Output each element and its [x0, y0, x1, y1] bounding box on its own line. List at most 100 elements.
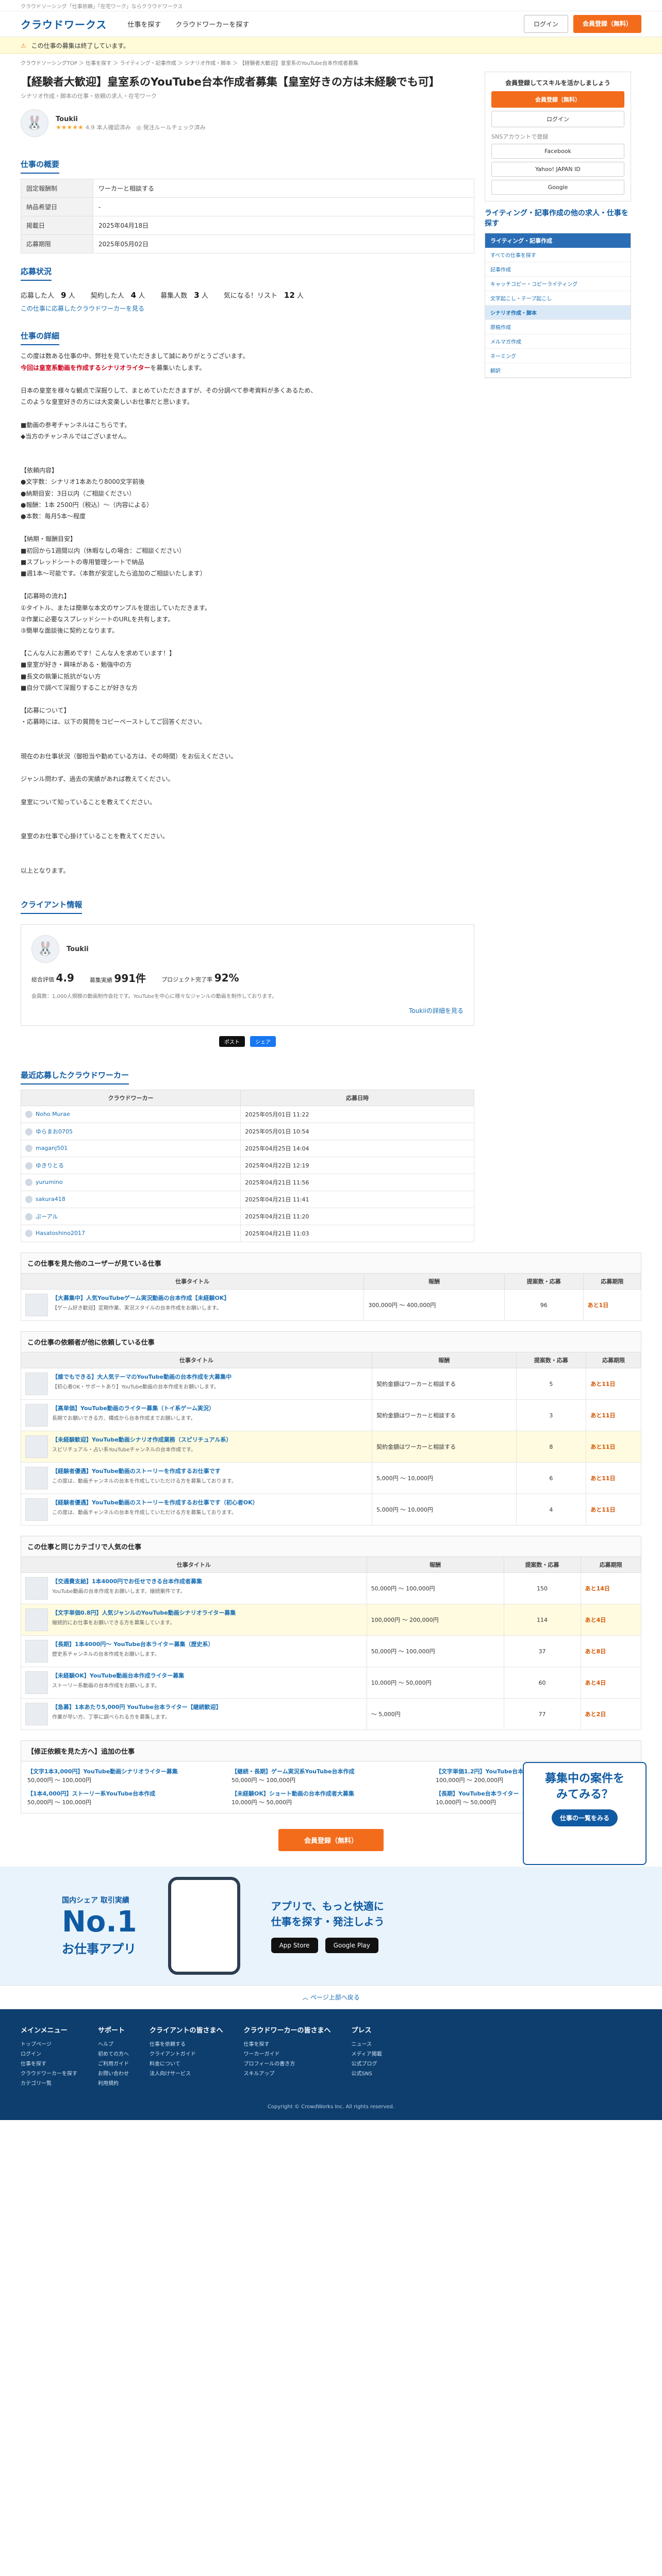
category-item[interactable]: キャッチコピー・コピーライティング [485, 277, 631, 292]
footer-link[interactable]: ニュース [352, 2040, 382, 2049]
table-row[interactable]: 【経験者優遇】YouTube動画のストーリーを作成するお仕事です この度は、動画チ… [20, 1462, 641, 1495]
worker-link[interactable]: Hasatoshino2017 [36, 1230, 85, 1236]
table-row[interactable]: 【大募集中】人気YouTubeゲーム実況動画の台本作成【未経験OK】 【ゲーム好き… [20, 1289, 642, 1321]
job-card[interactable]: 【1本4,000円】ストーリー系YouTube台本作成 50,000円 〜 100… [27, 1790, 226, 1807]
footer-link[interactable]: 公式ブログ [352, 2059, 382, 2069]
footer-link[interactable]: ヘルプ [98, 2040, 129, 2049]
footer-link[interactable]: 法人向けサービス [150, 2069, 223, 2079]
view-applicants-link[interactable]: この仕事に応募したクラウドワーカーを見る [21, 305, 144, 312]
job-card[interactable]: 【未経験OK】ショート動画の台本作成者大募集 10,000円 〜 50,000円 [231, 1790, 431, 1807]
footer-link[interactable]: 公式SNS [352, 2069, 382, 2079]
job-title-link[interactable]: 【文字単価0.8円】人気ジャンルのYouTube動画シナリオライター募集 [25, 1608, 362, 1617]
avatar[interactable]: 🐰 [21, 109, 48, 138]
footer-link[interactable]: カテゴリ一覧 [21, 2079, 77, 2089]
footer-link[interactable]: スキルアップ [243, 2069, 330, 2079]
google-play-button[interactable]: Google Play [325, 1938, 378, 1954]
google-signup-button[interactable]: Google [491, 180, 624, 195]
breadcrumb[interactable]: クラウドソーシングTOP ＞ 仕事を探す ＞ ライティング・記事作成 ＞ シナリ… [0, 54, 662, 72]
job-title-link[interactable]: 【高単価】YouTube動画のライター募集（トイ系ゲーム実況） [25, 1404, 368, 1412]
signup-button[interactable]: 会員登録（無料） [573, 15, 641, 33]
job-title-link[interactable]: 【大募集中】人気YouTubeゲーム実況動画の台本作成【未経験OK】 [25, 1294, 359, 1302]
sidebar-login-button[interactable]: ログイン [491, 111, 624, 127]
job-title-link[interactable]: 【長期】1本4000円〜 YouTube台本ライター募集（歴史系） [25, 1640, 362, 1648]
logo[interactable]: クラウドワークス [21, 16, 107, 31]
category-item[interactable]: 文字起こし・テープ起こし [485, 291, 631, 306]
footer-link[interactable]: プロフィールの書き方 [243, 2059, 330, 2069]
category-item[interactable]: 翻訳 [485, 363, 631, 378]
table-row[interactable]: 【経験者優遇】YouTube動画のストーリーを作成するお仕事です（初心者OK） こ… [20, 1494, 641, 1526]
job-title-link[interactable]: 【急募】1本あたり5,000円 YouTube台本ライター【継続歓迎】 [25, 1703, 362, 1711]
page-top-link[interactable]: ︿ ページ上部へ戻る [0, 1985, 662, 2010]
facebook-share-button[interactable]: シェア [250, 1036, 276, 1047]
category-head[interactable]: ライティング・記事作成 [485, 233, 631, 248]
table-row[interactable]: 【未経験OK】YouTube動画台本作成ライター募集 ストーリー系動画の台本作成を… [21, 1667, 642, 1699]
avatar [25, 1213, 32, 1221]
x-share-button[interactable]: ポスト [219, 1036, 245, 1047]
client-name[interactable]: Toukii [56, 115, 206, 123]
app-store-button[interactable]: App Store [271, 1938, 318, 1954]
footer-link[interactable]: お問い合わせ [98, 2069, 129, 2079]
footer-link[interactable]: 初めての方へ [98, 2049, 129, 2059]
sidebar-signup-button[interactable]: 会員登録（無料） [491, 91, 624, 108]
worker-link[interactable]: ゆらまお0705 [36, 1128, 73, 1135]
table-row[interactable]: 【高単価】YouTube動画のライター募集（トイ系ゲーム実況） 長期でお願いできる… [20, 1399, 641, 1432]
worker-link[interactable]: Noho Murae [36, 1111, 70, 1117]
footer-link[interactable]: 仕事を探す [21, 2059, 77, 2069]
job-card-title[interactable]: 【継続・長期】ゲーム実況系YouTube台本作成 [231, 1768, 431, 1776]
footer-link[interactable]: メディア掲載 [352, 2049, 382, 2059]
job-card[interactable]: 【継続・長期】ゲーム実況系YouTube台本作成 50,000円 〜 100,00… [231, 1768, 431, 1785]
job-deadline: あと14日 [580, 1572, 642, 1605]
facebook-signup-button[interactable]: Facebook [491, 144, 624, 159]
footer-link[interactable]: 仕事を依頼する [150, 2040, 223, 2049]
footer-link[interactable]: 仕事を探す [243, 2040, 330, 2049]
job-title-link[interactable]: 【経験者優遇】YouTube動画のストーリーを作成するお仕事です [25, 1467, 368, 1475]
promo-button[interactable]: 仕事の一覧をみる [551, 1809, 618, 1826]
footer-link[interactable]: クライアントガイド [150, 2049, 223, 2059]
footer-link[interactable]: 料金について [150, 2059, 223, 2069]
floating-promo[interactable]: 募集中の案件を みてみる？ 仕事の一覧をみる [523, 1762, 647, 1865]
login-button[interactable]: ログイン [523, 15, 568, 33]
category-item[interactable]: メルマガ作成 [485, 334, 631, 349]
job-card-title[interactable]: 【未経験OK】ショート動画の台本作成者大募集 [231, 1790, 431, 1799]
cta-signup-button[interactable]: 会員登録（無料） [278, 1829, 384, 1852]
category-item[interactable]: ネーミング [485, 349, 631, 364]
job-title-link[interactable]: 【誰でもできる】大人気テーマのYouTube動画の台本作成を大募集中 [25, 1372, 368, 1381]
footer-link[interactable]: 利用規約 [98, 2079, 129, 2089]
nav-find-jobs[interactable]: 仕事を探す [127, 19, 161, 29]
worker-link[interactable]: sakura418 [36, 1196, 65, 1202]
table-row[interactable]: 【長期】1本4000円〜 YouTube台本ライター募集（歴史系） 歴史系チャンネ… [21, 1635, 642, 1668]
footer-link[interactable]: ログイン [21, 2049, 77, 2059]
nav-find-workers[interactable]: クラウドワーカーを探す [175, 19, 249, 29]
job-card[interactable]: 【文字1本3,000円】YouTube動画シナリオライター募集 50,000円 〜… [27, 1768, 226, 1785]
client-detail-link[interactable]: Toukiiの詳細を見る [409, 1007, 464, 1014]
worker-link[interactable]: yurumino [36, 1179, 62, 1185]
client-stats: 総合評価 4.9 募集実績 991件 プロジェクト完了率 92% [31, 970, 464, 985]
table-row[interactable]: 【文字単価0.8円】人気ジャンルのYouTube動画シナリオライター募集 継続的に… [21, 1604, 642, 1636]
yahoo-signup-button[interactable]: Yahoo! JAPAN ID [491, 162, 624, 177]
job-card-title[interactable]: 【1本4,000円】ストーリー系YouTube台本作成 [27, 1790, 226, 1799]
footer-link[interactable]: ご利用ガイド [98, 2059, 129, 2069]
footer-link[interactable]: クラウドワーカーを探す [21, 2069, 77, 2079]
job-title-link[interactable]: 【未経験OK】YouTube動画台本作成ライター募集 [25, 1671, 362, 1680]
table-row[interactable]: 【誰でもできる】大人気テーマのYouTube動画の台本作成を大募集中 【初心者OK… [20, 1368, 641, 1400]
category-item[interactable]: 原稿作成 [485, 320, 631, 335]
job-category-tags[interactable]: シナリオ作成・脚本の仕事・依頼の求人・在宅ワーク [21, 92, 474, 100]
client-name[interactable]: Toukii [67, 945, 89, 953]
worker-link[interactable]: maganj501 [36, 1145, 68, 1151]
job-title-link[interactable]: 【交通費支給】1本4000円でお任せできる台本作成者募集 [25, 1577, 362, 1585]
worker-link[interactable]: ぷーアル [36, 1213, 58, 1220]
category-item[interactable]: すべての仕事を探す [485, 248, 631, 263]
job-title-link[interactable]: 【経験者優遇】YouTube動画のストーリーを作成するお仕事です（初心者OK） [25, 1498, 368, 1506]
table-row[interactable]: 【急募】1本あたり5,000円 YouTube台本ライター【継続歓迎】 作業が早い… [21, 1698, 642, 1731]
job-card-title[interactable]: 【文字1本3,000円】YouTube動画シナリオライター募集 [27, 1768, 226, 1776]
avatar[interactable]: 🐰 [31, 935, 59, 963]
job-title-link[interactable]: 【未経験歓迎】YouTube動画シナリオ作成業務（スピリチュアル系） [25, 1435, 368, 1444]
footer-link[interactable]: ワーカーガイド [243, 2049, 330, 2059]
job-proposals: 96 [504, 1289, 584, 1321]
worker-link[interactable]: ゆきりとる [36, 1162, 64, 1169]
category-item-active[interactable]: シナリオ作成・脚本 [485, 306, 631, 320]
table-row[interactable]: 【未経験歓迎】YouTube動画シナリオ作成業務（スピリチュアル系） スピリチュア… [20, 1431, 641, 1463]
table-row[interactable]: 【交通費支給】1本4000円でお任せできる台本作成者募集 YouTube動画の台本… [21, 1572, 642, 1605]
category-item[interactable]: 記事作成 [485, 262, 631, 277]
footer-link[interactable]: トップページ [21, 2040, 77, 2049]
